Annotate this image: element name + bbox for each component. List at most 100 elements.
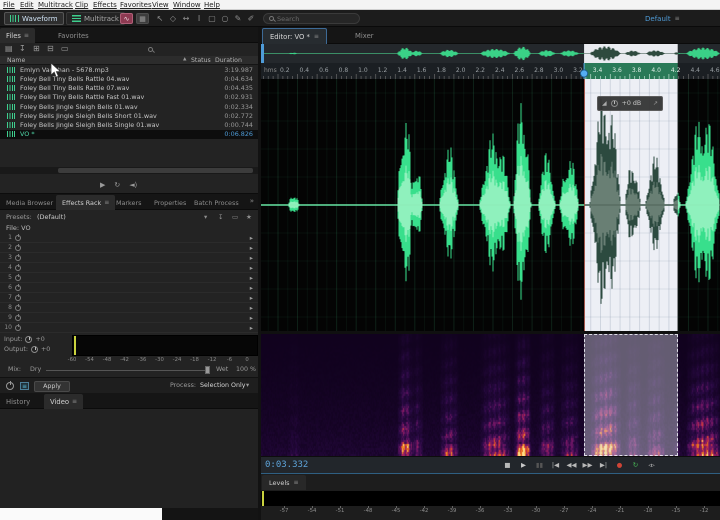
input-gain-control[interactable]: Input: +0 [4, 336, 45, 343]
slot-arrow-icon[interactable]: ▸ [250, 284, 253, 292]
paintbrush-tool-icon[interactable]: ✎ [232, 13, 244, 24]
file-row[interactable]: Foley Bell Tiny Bells Rattle 04.wav0:04.… [0, 74, 258, 83]
input-knob-icon[interactable] [25, 336, 32, 343]
menu-window[interactable]: Window [173, 0, 201, 10]
slot-arrow-icon[interactable]: ▸ [250, 324, 253, 332]
spot-healing-brush-tool-icon[interactable]: ✐ [245, 13, 257, 24]
delete-preset-icon[interactable]: ▭ [232, 213, 238, 221]
slot-arrow-icon[interactable]: ▸ [250, 244, 253, 252]
effect-slot-1[interactable]: 1▸ [0, 233, 258, 243]
slot-arrow-icon[interactable]: ▸ [250, 254, 253, 262]
razor-tool-icon[interactable]: ◇ [167, 13, 179, 24]
preset-value[interactable]: (Default) [37, 213, 66, 221]
spectral-display-icon[interactable]: ▦ [136, 13, 149, 24]
menu-edit[interactable]: Edit [20, 0, 34, 10]
file-row[interactable]: Foley Bells Jingle Sleigh Bells Short 01… [0, 111, 258, 120]
open-file-icon[interactable]: ▤ [5, 44, 13, 53]
tab-levels[interactable]: Levels ≡ [262, 475, 306, 490]
tab-media-browser[interactable]: Media Browser [0, 195, 59, 210]
play-button[interactable]: ▶ [517, 459, 530, 472]
import-file-icon[interactable]: ↧ [19, 44, 26, 53]
effect-slot-2[interactable]: 2▸ [0, 243, 258, 253]
slot-power-icon[interactable] [15, 295, 21, 301]
marquee-selection-tool-icon[interactable]: ▢ [206, 13, 218, 24]
slot-arrow-icon[interactable]: ▸ [250, 264, 253, 272]
process-value[interactable]: Selection Only [200, 382, 245, 389]
tab-mixer[interactable]: Mixer [345, 28, 384, 44]
lasso-selection-tool-icon[interactable]: ○ [219, 13, 231, 24]
apply-button[interactable]: Apply [34, 381, 70, 392]
slot-power-icon[interactable] [15, 235, 21, 241]
loop-playback-button[interactable]: ↻ [629, 459, 642, 472]
speaker-icon[interactable]: ◄⟩ [129, 181, 137, 189]
slot-arrow-icon[interactable]: ▸ [250, 294, 253, 302]
slot-power-icon[interactable] [15, 245, 21, 251]
multitrack-view-button[interactable]: Multitrack [66, 12, 125, 25]
pause-button[interactable]: ▮▮ [533, 459, 546, 472]
file-row[interactable]: Foley Bells Jingle Sleigh Bells 01.wav0:… [0, 102, 258, 111]
skip-to-start-button[interactable]: |◀ [549, 459, 562, 472]
column-status[interactable]: Status [191, 57, 211, 64]
tab-overflow-icon[interactable]: » [250, 197, 254, 205]
column-name[interactable]: Name [7, 57, 25, 64]
menu-multitrack[interactable]: Multitrack [38, 0, 73, 10]
tab-markers[interactable]: Markers [110, 195, 147, 210]
file-row[interactable]: Foley Bell Tiny Bells Rattle 07.wav0:04.… [0, 84, 258, 93]
menu-view[interactable]: View [152, 0, 169, 10]
process-dropdown-icon[interactable]: ▾ [246, 382, 249, 389]
file-row[interactable]: Foley Bell Tiny Bells Rattle Fast 01.wav… [0, 93, 258, 102]
slot-power-icon[interactable] [15, 315, 21, 321]
files-list-header[interactable]: Name ▲ Status Duration [0, 56, 258, 65]
tab-files[interactable]: Files ≡ [0, 28, 35, 43]
menu-favorites[interactable]: Favorites [120, 0, 152, 10]
scrollbar-handle[interactable] [58, 168, 253, 173]
time-selection-tool-icon[interactable]: I [193, 13, 205, 24]
waveform-display[interactable] [261, 79, 720, 331]
fast-forward-button[interactable]: ▶▶ [581, 459, 594, 472]
workspace-selector[interactable]: Default ≡ [645, 12, 680, 25]
effect-slot-9[interactable]: 9▸ [0, 313, 258, 323]
tab-editor-vo[interactable]: Editor: VO * ≡ [262, 28, 327, 44]
effect-slot-8[interactable]: 8▸ [0, 303, 258, 313]
stop-button[interactable]: ■ [501, 459, 514, 472]
column-duration[interactable]: Duration [215, 57, 242, 64]
slot-power-icon[interactable] [15, 275, 21, 281]
waveform-view-button[interactable]: Waveform [4, 12, 64, 25]
loop-playback-icon[interactable]: ↻ [114, 181, 120, 189]
tab-batch-process[interactable]: Batch Process [188, 195, 245, 210]
file-row[interactable]: VO *0:06.826 [0, 130, 258, 139]
slot-arrow-icon[interactable]: ▸ [250, 314, 253, 322]
skip-selection-button[interactable]: ◃▹ [645, 459, 658, 472]
waveform-display-icon[interactable]: ∿ [120, 13, 133, 24]
hud-volume-knob[interactable] [611, 100, 618, 107]
slot-arrow-icon[interactable]: ▸ [250, 234, 253, 242]
search-input[interactable]: Search [263, 13, 360, 24]
volume-hud[interactable]: ◢ +0 dB ↗ [597, 96, 663, 111]
effect-slot-4[interactable]: 4▸ [0, 263, 258, 273]
slip-tool-icon[interactable]: ↔ [180, 13, 192, 24]
delete-file-icon[interactable]: ▭ [61, 44, 69, 53]
favorite-star-icon[interactable]: ★ [246, 213, 252, 221]
insert-into-multitrack-icon[interactable]: ⊟ [47, 44, 54, 53]
tab-video[interactable]: Video ≡ [44, 394, 83, 409]
spectrogram-selection[interactable] [584, 334, 678, 456]
file-row[interactable]: Foley Bells Jingle Sleigh Bells Single 0… [0, 121, 258, 130]
search-icon[interactable] [148, 47, 153, 52]
tab-properties[interactable]: Properties [148, 195, 192, 210]
new-file-icon[interactable]: ⊞ [33, 44, 40, 53]
slot-power-icon[interactable] [15, 325, 21, 331]
menu-effects[interactable]: Effects [93, 0, 117, 10]
time-display[interactable]: 0:03.332 [265, 460, 308, 470]
playhead-line[interactable] [584, 79, 585, 331]
slot-arrow-icon[interactable]: ▸ [250, 304, 253, 312]
tab-effects-rack[interactable]: Effects Rack≡ [56, 195, 115, 210]
timeline-ruler[interactable]: 0.20.40.60.81.01.21.41.61.82.02.22.42.62… [261, 63, 720, 79]
mix-slider-handle[interactable] [205, 366, 210, 374]
output-knob-icon[interactable] [31, 346, 38, 353]
files-horizontal-scrollbar[interactable] [0, 167, 258, 174]
effect-slot-6[interactable]: 6▸ [0, 283, 258, 293]
save-preset-icon[interactable]: ↧ [218, 213, 223, 221]
mix-slider-track[interactable] [46, 370, 208, 371]
output-gain-control[interactable]: Output: +0 [4, 346, 50, 353]
effect-slot-3[interactable]: 3▸ [0, 253, 258, 263]
